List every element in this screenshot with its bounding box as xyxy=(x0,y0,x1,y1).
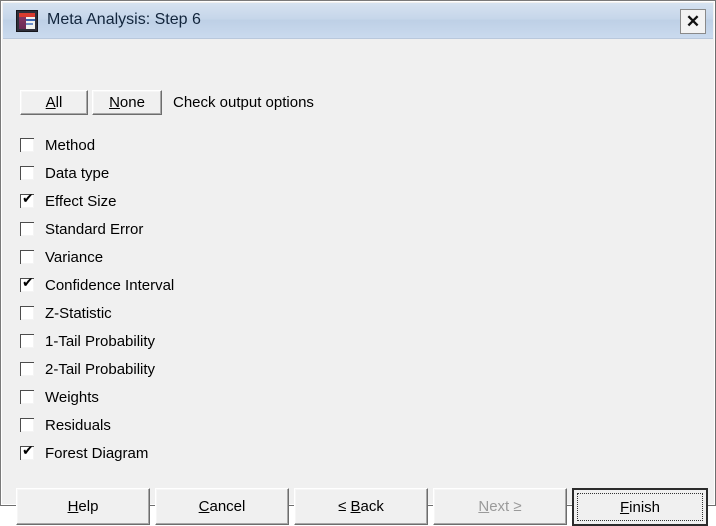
dialog-window: Meta Analysis: Step 6 ✕ All None Check o… xyxy=(0,0,716,526)
output-options-list: ✔ Method ✔ Data type ✔ Effect Size ✔ Sta… xyxy=(20,131,440,467)
check-icon: ✔ xyxy=(22,191,34,207)
option-row-z-statistic[interactable]: ✔ Z-Statistic xyxy=(20,299,440,327)
help-accel: H xyxy=(67,498,79,515)
option-row-forest-diagram[interactable]: ✔ Forest Diagram xyxy=(20,439,440,467)
all-accel: A xyxy=(45,94,56,111)
finish-accel: F xyxy=(619,498,630,516)
option-label-variance: Variance xyxy=(45,248,104,266)
checkbox-residuals[interactable]: ✔ xyxy=(20,418,34,432)
option-label-weights: Weights xyxy=(45,388,99,406)
all-label-rest: ll xyxy=(55,94,63,111)
check-icon: ✔ xyxy=(22,275,34,291)
option-label-residuals: Residuals xyxy=(45,416,111,434)
option-row-data-type[interactable]: ✔ Data type xyxy=(20,159,440,187)
checkbox-data-type[interactable]: ✔ xyxy=(20,166,34,180)
option-label-standard-error: Standard Error xyxy=(45,220,144,238)
output-options-hint: Check output options xyxy=(173,94,314,111)
next-accel: N xyxy=(478,498,490,515)
option-label-2-tail-probability: 2-Tail Probability xyxy=(45,360,156,378)
option-row-1-tail-probability[interactable]: ✔ 1-Tail Probability xyxy=(20,327,440,355)
window-title: Meta Analysis: Step 6 xyxy=(47,11,201,28)
checkbox-standard-error[interactable]: ✔ xyxy=(20,222,34,236)
option-label-forest-diagram: Forest Diagram xyxy=(45,444,149,462)
checkbox-forest-diagram[interactable]: ✔ xyxy=(20,443,34,460)
option-row-effect-size[interactable]: ✔ Effect Size xyxy=(20,187,440,215)
checkbox-confidence-interval[interactable]: ✔ xyxy=(20,275,34,292)
select-none-button[interactable]: None xyxy=(92,90,162,115)
option-row-residuals[interactable]: ✔ Residuals xyxy=(20,411,440,439)
check-icon: ✔ xyxy=(22,443,34,459)
back-post: ack xyxy=(360,498,384,515)
checkbox-effect-size[interactable]: ✔ xyxy=(20,191,34,208)
option-label-data-type: Data type xyxy=(45,164,110,182)
option-label-1-tail-probability: 1-Tail Probability xyxy=(45,332,156,350)
option-row-variance[interactable]: ✔ Variance xyxy=(20,243,440,271)
checkbox-z-statistic[interactable]: ✔ xyxy=(20,306,34,320)
none-label-rest: one xyxy=(119,94,145,111)
next-button: Next ≥ xyxy=(433,488,567,525)
help-post: elp xyxy=(78,498,99,515)
cancel-button[interactable]: Cancel xyxy=(155,488,289,525)
option-row-standard-error[interactable]: ✔ Standard Error xyxy=(20,215,440,243)
checkbox-weights[interactable]: ✔ xyxy=(20,390,34,404)
option-row-method[interactable]: ✔ Method xyxy=(20,131,440,159)
back-button[interactable]: ≤ Back xyxy=(294,488,428,525)
cancel-accel: C xyxy=(198,498,210,515)
option-label-z-statistic: Z-Statistic xyxy=(45,304,112,322)
help-button[interactable]: Help xyxy=(16,488,150,525)
back-accel: B xyxy=(350,498,361,515)
checkbox-method[interactable]: ✔ xyxy=(20,138,34,152)
option-row-2-tail-probability[interactable]: ✔ 2-Tail Probability xyxy=(20,355,440,383)
meta-analysis-icon xyxy=(16,10,38,32)
select-all-button[interactable]: All xyxy=(20,90,88,115)
close-icon: ✕ xyxy=(685,12,701,31)
option-label-method: Method xyxy=(45,136,96,154)
dialog-client-area: All None Check output options ✔ Method ✔… xyxy=(3,39,713,526)
title-bar[interactable]: Meta Analysis: Step 6 ✕ xyxy=(3,3,713,39)
option-label-effect-size: Effect Size xyxy=(45,192,117,210)
checkbox-1-tail-probability[interactable]: ✔ xyxy=(20,334,34,348)
option-label-confidence-interval: Confidence Interval xyxy=(45,276,175,294)
checkbox-variance[interactable]: ✔ xyxy=(20,250,34,264)
option-row-weights[interactable]: ✔ Weights xyxy=(20,383,440,411)
close-button[interactable]: ✕ xyxy=(680,9,706,34)
back-pre: ≤ xyxy=(338,498,351,515)
checkbox-2-tail-probability[interactable]: ✔ xyxy=(20,362,34,376)
cancel-post: ancel xyxy=(209,498,246,515)
finish-button[interactable]: Finish xyxy=(572,488,708,526)
finish-post: inish xyxy=(629,498,661,516)
dialog-window-inner: Meta Analysis: Step 6 ✕ All None Check o… xyxy=(1,1,715,526)
option-row-confidence-interval[interactable]: ✔ Confidence Interval xyxy=(20,271,440,299)
none-accel: N xyxy=(109,94,120,111)
next-post: ext ≥ xyxy=(489,498,522,515)
